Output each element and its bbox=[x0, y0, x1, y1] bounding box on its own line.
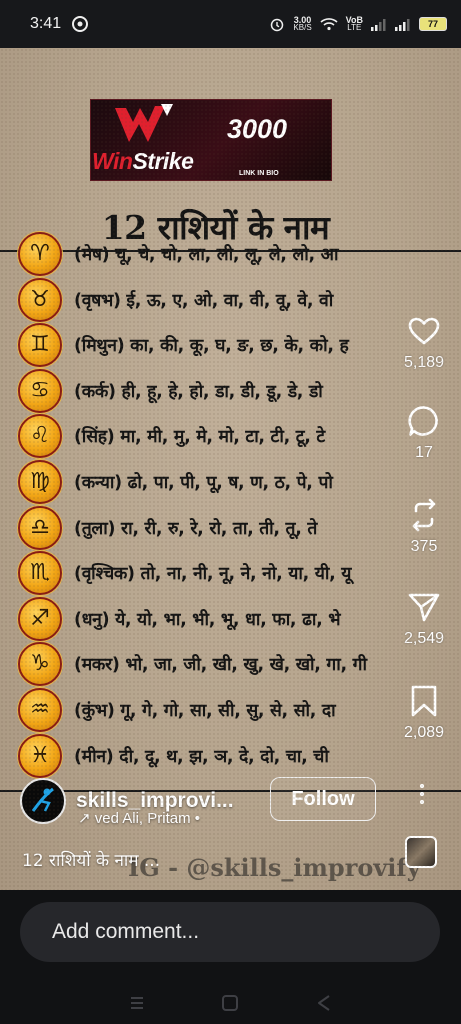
follow-button[interactable]: Follow bbox=[270, 777, 376, 821]
rashi-syllables: (कुंभ) गू, गे, गो, सा, सी, सु, से, सो, द… bbox=[74, 701, 336, 721]
rashi-syllables: (सिंह) मा, मी, मु, मे, मो, टा, टी, टू, ट… bbox=[74, 427, 325, 448]
skills-logo-icon bbox=[31, 787, 54, 812]
zodiac-glyph: ♓ bbox=[30, 742, 50, 768]
zodiac-glyph: ♎ bbox=[30, 514, 50, 540]
more-options-icon[interactable] bbox=[414, 782, 430, 806]
zodiac-glyph: ♉ bbox=[30, 286, 50, 312]
alarm-icon bbox=[271, 18, 284, 32]
winstrike-banner[interactable]: 3000 WinStrike LINK IN BIO bbox=[90, 99, 332, 181]
banner-brand: WinStrike bbox=[92, 148, 194, 174]
zodiac-badge-icon: ♋ bbox=[18, 368, 62, 413]
rashi-syllables: (धनु) ये, यो, भा, भी, भू, धा, फा, ढा, भे bbox=[74, 609, 341, 630]
comment-action[interactable]: 17 bbox=[392, 404, 456, 462]
zodiac-badge-icon: ♏ bbox=[18, 551, 62, 596]
signal-icon-sim1 bbox=[371, 18, 386, 31]
recents-icon[interactable] bbox=[127, 993, 147, 1013]
rashi-row: ♈ (मेष) चू, चे, चो, ला, ली, लू, ले, लो, आ bbox=[18, 232, 339, 276]
rashi-syllables: (वृश्चिक) तो, ना, नी, नू, ने, नो, या, यी… bbox=[74, 564, 352, 585]
avatar[interactable] bbox=[20, 778, 66, 824]
zodiac-glyph: ♌ bbox=[30, 423, 50, 449]
rashi-syllables: (मेष) चू, चे, चो, ला, ली, लू, ले, लो, आ bbox=[74, 245, 339, 265]
home-icon[interactable] bbox=[220, 993, 240, 1013]
rashi-syllables: (वृषभ) ई, ऊ, ए, ओ, वा, वी, वू, वे, वो bbox=[74, 290, 334, 311]
rashi-syllables: (मीन) दी, दू, थ, झ, ञ, दे, दो, चा, ची bbox=[74, 746, 329, 767]
rashi-row: ♒ (कुंभ) गू, गे, गो, सा, सी, सु, से, सो, … bbox=[18, 688, 336, 732]
zodiac-glyph: ♑ bbox=[30, 651, 50, 677]
status-bar: 3:41 3.00 KB/S VoB LTE 77 bbox=[0, 0, 461, 48]
status-time: 3:41 bbox=[30, 15, 62, 32]
caption[interactable]: 12 राशियों के नाम ... bbox=[22, 848, 160, 871]
repost-icon[interactable] bbox=[407, 498, 441, 532]
share-action[interactable]: 2,549 bbox=[392, 590, 456, 648]
zodiac-badge-icon: ♉ bbox=[18, 277, 62, 322]
zodiac-glyph: ♍ bbox=[30, 469, 50, 494]
zodiac-badge-icon: ♊ bbox=[18, 323, 62, 368]
audio-thumbnail[interactable] bbox=[405, 836, 437, 868]
rashi-row: ♏ (वृश्चिक) तो, ना, नी, नू, ने, नो, या, य… bbox=[18, 551, 352, 596]
save-action[interactable]: 2,089 bbox=[392, 684, 456, 742]
zodiac-badge-icon: ♐ bbox=[18, 596, 62, 641]
watermark: IG - @skills_improvify bbox=[128, 853, 421, 882]
signal-icon-sim2 bbox=[395, 18, 410, 31]
banner-link-text: LINK IN BIO bbox=[239, 170, 279, 177]
rashi-row: ♊ (मिथुन) का, की, कू, घ, ङ, छ, के, को, ह bbox=[18, 323, 349, 368]
save-count: 2,089 bbox=[403, 724, 445, 741]
rashi-syllables: (तुला) रा, री, रु, रे, रो, ता, ती, तू, त… bbox=[74, 518, 318, 539]
comment-count: 17 bbox=[415, 444, 433, 461]
zodiac-badge-icon: ♓ bbox=[18, 733, 62, 778]
app-notification-icon bbox=[72, 16, 89, 32]
back-icon[interactable] bbox=[314, 993, 334, 1013]
zodiac-badge-icon: ♑ bbox=[18, 642, 62, 687]
rashi-row: ♑ (मकर) भो, जा, जी, खी, खु, खे, खो, गा, ग… bbox=[18, 642, 367, 687]
repost-action[interactable]: 375 bbox=[392, 498, 456, 556]
zodiac-badge-icon: ♌ bbox=[18, 414, 62, 459]
zodiac-glyph: ♊ bbox=[30, 332, 50, 358]
zodiac-glyph: ♋ bbox=[30, 377, 50, 403]
battery-indicator: 77 bbox=[419, 17, 447, 31]
rashi-syllables: (कर्क) ही, हू, हे, हो, डा, डी, डू, डे, ड… bbox=[74, 381, 323, 402]
zodiac-glyph: ♐ bbox=[30, 605, 50, 631]
system-nav-bar bbox=[0, 982, 461, 1024]
rashi-syllables: (कन्या) ढो, पा, पी, पू, ष, ण, ठ, पे, पो bbox=[74, 473, 333, 493]
comment-icon[interactable] bbox=[407, 404, 441, 438]
comment-bar: Add comment... bbox=[0, 890, 461, 982]
rashi-syllables: (मिथुन) का, की, कू, घ, ङ, छ, के, को, ह bbox=[74, 336, 349, 357]
banner-amount: 3000 bbox=[227, 114, 288, 144]
audio-credit[interactable]: ↗ ved Ali, Pritam • bbox=[78, 809, 200, 827]
like-count: 5,189 bbox=[403, 354, 445, 371]
repost-count: 375 bbox=[410, 538, 438, 555]
reel-post[interactable]: 3000 WinStrike LINK IN BIO 12 राशियों के… bbox=[0, 48, 461, 890]
zodiac-glyph: ♈ bbox=[30, 241, 50, 266]
zodiac-glyph: ♒ bbox=[30, 697, 50, 722]
rashi-row: ♐ (धनु) ये, यो, भा, भी, भू, धा, फा, ढा, भ… bbox=[18, 596, 341, 641]
network-speed: 3.00 KB/S bbox=[293, 15, 312, 32]
bookmark-icon[interactable] bbox=[407, 684, 441, 718]
rashi-row: ♌ (सिंह) मा, मी, मु, मे, मो, टा, टी, टू, … bbox=[18, 414, 325, 459]
zodiac-badge-icon: ♎ bbox=[18, 505, 62, 550]
add-comment-input[interactable]: Add comment... bbox=[20, 902, 440, 962]
rashi-row: ♍ (कन्या) ढो, पा, पी, पू, ष, ण, ठ, पे, पो bbox=[18, 460, 333, 504]
send-icon[interactable] bbox=[407, 590, 441, 624]
wifi-icon bbox=[320, 18, 338, 31]
rashi-syllables: (मकर) भो, जा, जी, खी, खु, खे, खो, गा, गी bbox=[74, 655, 367, 676]
rashi-row: ♎ (तुला) रा, री, रु, रे, रो, ता, ती, तू, … bbox=[18, 505, 318, 550]
volte-indicator: VoB LTE bbox=[345, 15, 363, 32]
heart-icon[interactable] bbox=[407, 314, 441, 348]
zodiac-glyph: ♏ bbox=[30, 560, 50, 586]
zodiac-badge-icon: ♒ bbox=[18, 688, 62, 732]
winstrike-logo-icon bbox=[115, 104, 173, 142]
share-count: 2,549 bbox=[403, 630, 445, 647]
like-action[interactable]: 5,189 bbox=[392, 314, 456, 372]
rashi-row: ♓ (मीन) दी, दू, थ, झ, ञ, दे, दो, चा, ची bbox=[18, 733, 329, 778]
rashi-row: ♋ (कर्क) ही, हू, हे, हो, डा, डी, डू, डे, … bbox=[18, 368, 323, 413]
zodiac-badge-icon: ♈ bbox=[18, 232, 62, 276]
zodiac-badge-icon: ♍ bbox=[18, 460, 62, 504]
rashi-row: ♉ (वृषभ) ई, ऊ, ए, ओ, वा, वी, वू, वे, वो bbox=[18, 277, 334, 322]
